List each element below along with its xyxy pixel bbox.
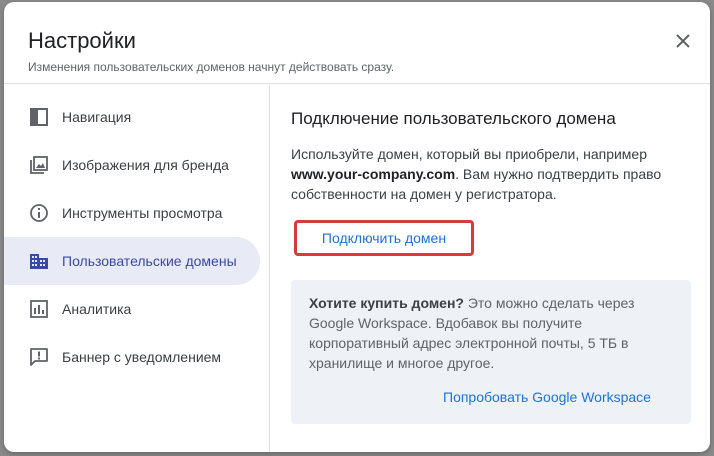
- info-icon: [29, 203, 49, 223]
- sidebar-item-label: Аналитика: [62, 301, 132, 317]
- analytics-icon: [29, 299, 49, 319]
- image-gallery-icon: [29, 155, 49, 175]
- try-workspace-link[interactable]: Попробовать Google Workspace: [443, 389, 651, 405]
- promo-question: Хотите купить домен?: [309, 295, 464, 311]
- sidebar-item-navigation[interactable]: Навигация: [4, 93, 260, 141]
- announcement-icon: [29, 347, 49, 367]
- sidebar-item-custom-domains[interactable]: Пользовательские домены: [4, 237, 260, 285]
- navigation-panel-icon: [29, 107, 49, 127]
- example-domain: www.your-company.com: [291, 166, 456, 182]
- promo-text: Хотите купить домен? Это можно сделать ч…: [309, 293, 681, 373]
- close-button[interactable]: [668, 26, 698, 56]
- workspace-promo-card: Хотите купить домен? Это можно сделать ч…: [291, 280, 691, 424]
- sidebar-item-notification-banner[interactable]: Баннер с уведомлением: [4, 333, 260, 381]
- sidebar-item-brand-images[interactable]: Изображения для бренда: [4, 141, 260, 189]
- sidebar-item-analytics[interactable]: Аналитика: [4, 285, 260, 333]
- sidebar-item-label: Баннер с уведомлением: [62, 349, 222, 365]
- settings-sidebar: Навигация Изображения для бренда Инструм…: [4, 85, 270, 452]
- sidebar-item-label: Пользовательские домены: [62, 253, 237, 269]
- dialog-title: Настройки: [28, 28, 136, 53]
- section-description: Используйте домен, который вы приобрели,…: [291, 144, 701, 204]
- custom-domain-panel: Подключение пользовательского домена Исп…: [271, 85, 710, 452]
- domain-building-icon: [29, 251, 49, 271]
- connect-domain-button[interactable]: Подключить домен: [294, 220, 474, 256]
- sidebar-item-label: Изображения для бренда: [62, 157, 229, 173]
- section-title: Подключение пользовательского домена: [291, 109, 616, 128]
- dialog-header: Настройки Изменения пользовательских дом…: [4, 2, 710, 84]
- sidebar-item-view-tools[interactable]: Инструменты просмотра: [4, 189, 260, 237]
- close-icon: [676, 34, 690, 48]
- description-text: Используйте домен, который вы приобрели,…: [291, 146, 647, 162]
- sidebar-item-label: Инструменты просмотра: [62, 205, 223, 221]
- sidebar-item-label: Навигация: [62, 109, 132, 125]
- dialog-subtitle: Изменения пользовательских доменов начну…: [28, 60, 395, 74]
- settings-dialog: Настройки Изменения пользовательских дом…: [4, 2, 710, 452]
